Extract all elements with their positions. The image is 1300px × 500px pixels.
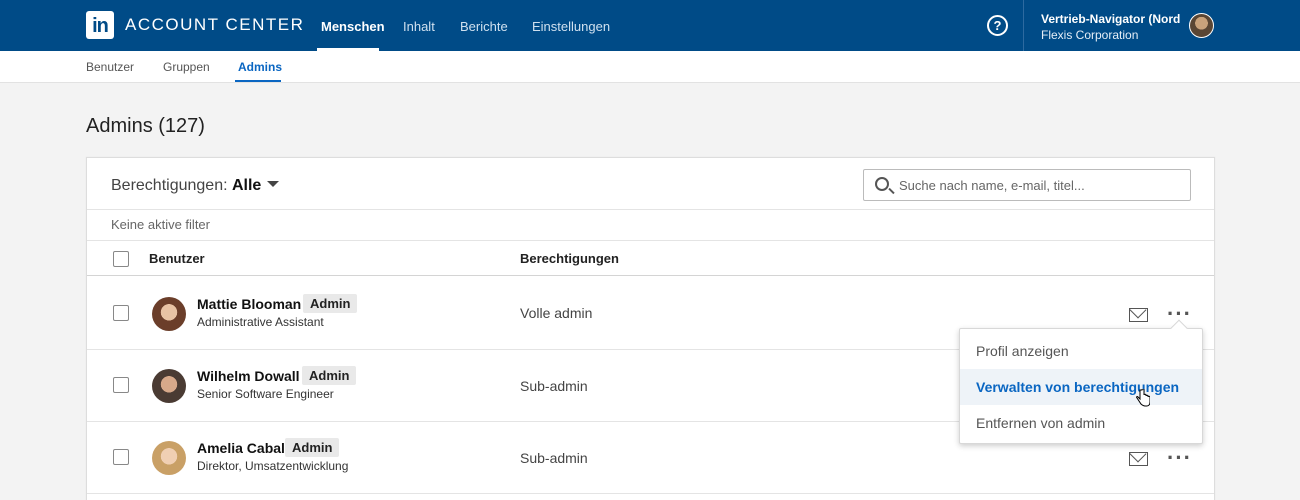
admin-badge: Admin [302,366,357,385]
nav-einstellungen[interactable]: Einstellungen [532,19,610,34]
search-input[interactable] [899,175,1184,195]
mail-icon[interactable] [1129,308,1148,322]
menu-item-remove-admin[interactable]: Entfernen von admin [960,405,1202,441]
avatar [152,441,186,475]
menu-item-view-profile[interactable]: Profil anzeigen [960,333,1202,369]
more-options-icon[interactable]: ··· [1167,303,1192,325]
menu-item-manage-permissions[interactable]: Verwalten von berechtigungen [960,369,1202,405]
admin-badge: Admin [285,438,340,457]
app-title: ACCOUNT CENTER [125,15,305,34]
row-checkbox[interactable] [113,377,129,393]
mail-icon[interactable] [1129,452,1148,466]
page-title: Admins (127) [86,115,205,137]
top-navigation-bar: in ACCOUNT CENTER Menschen Inhalt Berich… [0,0,1300,51]
divider [87,240,1214,241]
nav-berichte[interactable]: Berichte [460,19,508,34]
divider [87,275,1214,276]
row-checkbox[interactable] [113,305,129,321]
divider [87,209,1214,210]
no-active-filters-text: Keine aktive filter [111,217,210,232]
permission-level: Sub-admin [520,450,588,466]
admin-badge: Admin [303,294,358,313]
column-header-user[interactable]: Benutzer [149,251,205,266]
permission-level: Sub-admin [520,378,588,394]
user-name[interactable]: Mattie Blooman [197,296,301,312]
search-box[interactable] [863,169,1191,201]
user-name[interactable]: Amelia Cabal [197,440,285,456]
divider [87,493,1214,494]
user-name[interactable]: Wilhelm Dowall [197,368,300,384]
permissions-filter[interactable]: Berechtigungen: Alle [111,177,280,195]
permission-level: Volle admin [520,305,593,321]
avatar [152,297,186,331]
help-icon[interactable]: ? [987,15,1008,36]
subnav-benutzer[interactable]: Benutzer [86,60,134,74]
subnav-admins[interactable]: Admins [238,60,282,74]
row-checkbox[interactable] [113,449,129,465]
account-organization: Flexis Corporation [1041,28,1139,42]
nav-menschen[interactable]: Menschen [321,19,385,34]
nav-inhalt[interactable]: Inhalt [403,19,435,34]
column-header-permissions[interactable]: Berechtigungen [520,251,619,266]
subnav-gruppen[interactable]: Gruppen [163,60,210,74]
hand-cursor-icon [1136,389,1150,407]
sub-navigation-bar: Benutzer Gruppen Admins [0,51,1300,83]
filter-label: Berechtigungen: [111,177,228,194]
user-job-title: Senior Software Engineer [197,387,334,401]
more-options-icon[interactable]: ··· [1167,447,1192,469]
user-job-title: Administrative Assistant [197,315,324,329]
avatar [152,369,186,403]
subnav-active-indicator [235,80,281,82]
account-name[interactable]: Vertrieb-Navigator (Nordic [1041,12,1181,26]
user-job-title: Direktor, Umsatzentwicklung [197,459,349,473]
nav-divider [1023,0,1024,51]
row-actions-menu: Profil anzeigen Verwalten von berechtigu… [959,319,1203,444]
select-all-checkbox[interactable] [113,251,129,267]
search-icon [875,177,889,191]
caret-down-icon[interactable] [267,180,280,187]
linkedin-logo-icon[interactable]: in [86,11,114,39]
filter-value[interactable]: Alle [232,177,261,194]
user-avatar[interactable] [1189,13,1214,38]
